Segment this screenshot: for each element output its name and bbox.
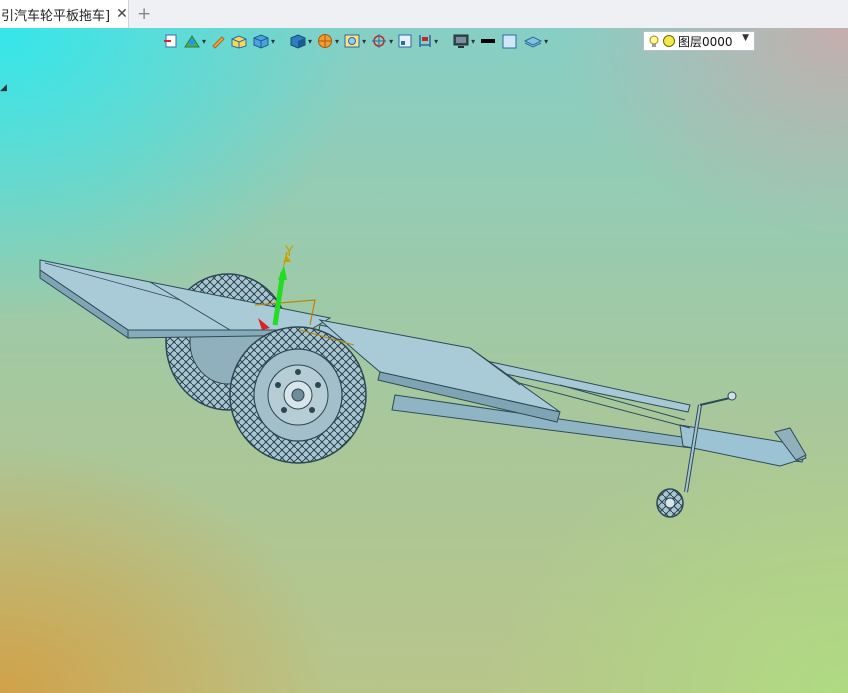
fill-color-icon[interactable] xyxy=(501,30,519,52)
display-filter-icon[interactable]: ▾ xyxy=(343,30,366,52)
layer-stack-icon[interactable]: ▾ xyxy=(523,30,548,52)
lightbulb-icon xyxy=(649,35,659,47)
layer-select[interactable]: 图层0000 ▼ xyxy=(643,31,755,51)
workplane-icon[interactable] xyxy=(397,30,413,52)
document-tab[interactable]: 引汽车轮平板拖车] ✕ xyxy=(0,0,129,28)
add-tab-button[interactable]: + xyxy=(137,4,151,24)
chevron-down-icon[interactable]: ▼ xyxy=(742,33,749,43)
view-toolbar: ▾ ▾ ▾ ▾ ▾ ▾ ▾ ▾ ▾ xyxy=(163,30,548,52)
snap-target-icon[interactable]: ▾ xyxy=(370,30,393,52)
tab-title[interactable]: 引汽车轮平板拖车] xyxy=(1,5,110,24)
pen-edit-icon[interactable] xyxy=(210,30,226,52)
line-color-icon[interactable] xyxy=(479,30,497,52)
axis-y-label: Y xyxy=(284,244,294,260)
layer-name: 图层0000 xyxy=(678,34,733,49)
box-yellow-icon[interactable] xyxy=(230,30,248,52)
trailer-model[interactable]: Y xyxy=(0,28,848,693)
material-ball-icon[interactable]: ▾ xyxy=(316,30,339,52)
cube-blue-icon[interactable]: ▾ xyxy=(252,30,275,52)
rear-wheel-near xyxy=(229,326,367,464)
ramp-left-top xyxy=(39,259,332,331)
monitor-icon[interactable]: ▾ xyxy=(452,30,475,52)
layer-color-dot-icon xyxy=(663,35,675,47)
close-icon[interactable]: ✕ xyxy=(116,7,128,21)
cube-shaded-icon[interactable]: ▾ xyxy=(289,30,312,52)
tab-bar: 引汽车轮平板拖车] ✕ + xyxy=(0,0,848,29)
view-restore-icon[interactable] xyxy=(163,30,179,52)
3d-viewport[interactable]: ◢ Y xyxy=(0,28,848,693)
render-mode-icon[interactable]: ▾ xyxy=(183,30,206,52)
measure-icon[interactable]: ▾ xyxy=(417,30,438,52)
